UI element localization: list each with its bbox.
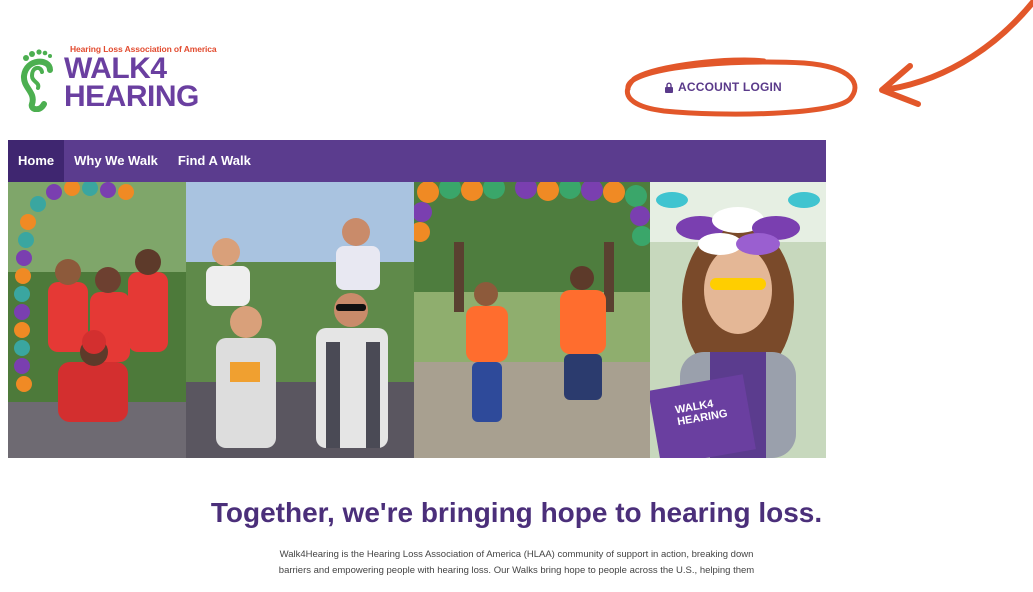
account-login-link[interactable]: ACCOUNT LOGIN xyxy=(664,79,782,95)
nav-item-home[interactable]: Home xyxy=(8,140,65,182)
nav-item-find-a-walk[interactable]: Find A Walk xyxy=(168,140,261,182)
intro-paragraph-line-1: Walk4Hearing is the Hearing Loss Associa… xyxy=(279,549,754,560)
site-logo[interactable]: Hearing Loss Association of America WALK… xyxy=(14,42,224,118)
intro-paragraph-line-2: barriers and empowering people with hear… xyxy=(278,565,755,576)
page-headline: Together, we're bringing hope to hearing… xyxy=(210,497,823,528)
hero-photo-banner: WALK4 HEARING xyxy=(8,182,826,458)
photo-walkers-in-park xyxy=(414,182,650,458)
photo-group-balloon-arch xyxy=(8,182,186,458)
ear-footprint-icon xyxy=(21,49,53,112)
lock-icon xyxy=(665,82,673,93)
main-nav: Home Why We Walk Find A Walk xyxy=(8,140,826,182)
account-login-label: ACCOUNT LOGIN xyxy=(678,80,782,94)
annotation-arrow xyxy=(879,0,1033,107)
intro-paragraph: Walk4Hearing is the Hearing Loss Associa… xyxy=(60,547,973,579)
logo-wordmark-line2: HEARING xyxy=(64,80,199,113)
photo-families-walking xyxy=(186,182,414,458)
photo-woman-balloon-hat: WALK4 HEARING xyxy=(650,182,826,458)
nav-item-why-we-walk[interactable]: Why We Walk xyxy=(64,140,168,182)
